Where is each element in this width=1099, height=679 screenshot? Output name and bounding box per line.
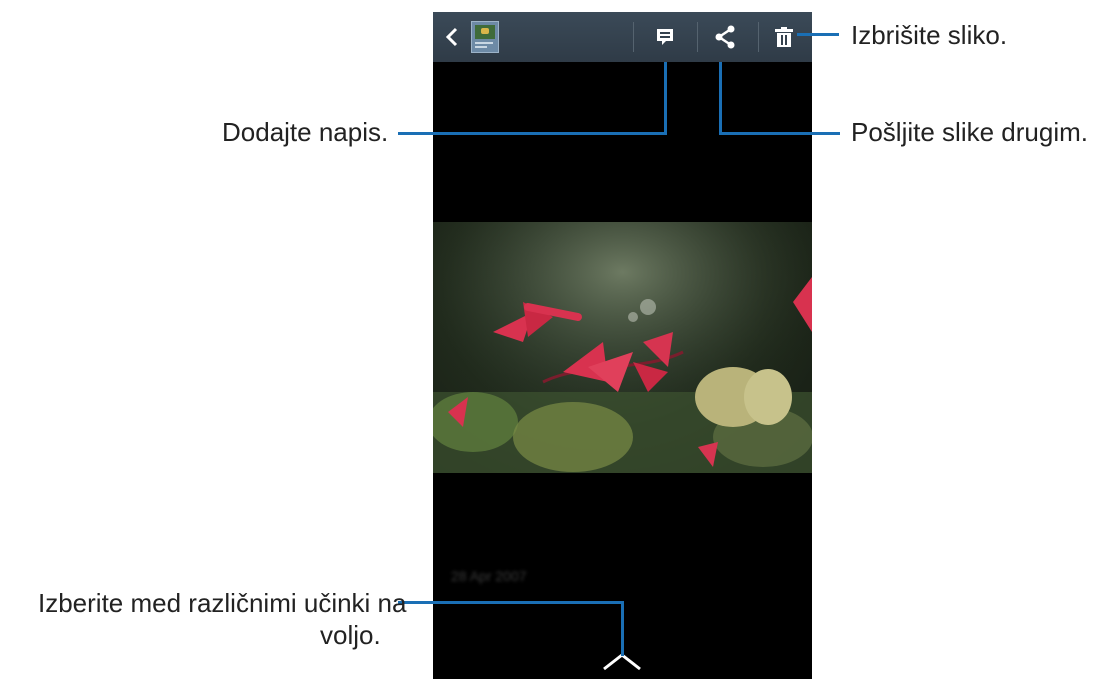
callout-line-caption bbox=[398, 132, 667, 135]
callout-caption-label: Dodajte napis. bbox=[222, 117, 389, 147]
album-thumbnail[interactable] bbox=[471, 21, 499, 53]
callout-line-effects bbox=[398, 601, 624, 604]
callout-effects-label: voljo. bbox=[320, 620, 381, 650]
callout-line-caption bbox=[664, 62, 667, 135]
callout-delete-label: Izbrišite sliko. bbox=[851, 20, 1008, 50]
callout-line-delete bbox=[797, 33, 839, 36]
flower-photo-image bbox=[433, 222, 812, 473]
photo-date: 28 Apr 2007 bbox=[451, 568, 527, 584]
trash-icon bbox=[775, 27, 793, 47]
callout-line-effects bbox=[621, 601, 624, 656]
photo[interactable] bbox=[433, 222, 812, 473]
phone-screen: 28 Apr 2007 bbox=[433, 12, 812, 679]
chevron-left-icon bbox=[445, 27, 458, 47]
album-thumbnail-image bbox=[475, 25, 495, 39]
delete-button[interactable] bbox=[765, 12, 803, 62]
caption-icon bbox=[657, 29, 673, 45]
share-button[interactable] bbox=[704, 12, 746, 62]
toolbar-divider bbox=[697, 22, 698, 52]
caption-button[interactable] bbox=[644, 12, 686, 62]
thumbnail-line bbox=[475, 46, 487, 48]
thumbnail-line bbox=[475, 42, 493, 44]
top-toolbar bbox=[433, 12, 812, 62]
callout-line-share bbox=[719, 62, 722, 135]
toolbar-divider bbox=[758, 22, 759, 52]
back-button[interactable] bbox=[439, 12, 465, 62]
callout-share-label: Pošljite slike drugim. bbox=[851, 117, 1088, 147]
toolbar-divider bbox=[633, 22, 634, 52]
callout-effects-label: Izberite med različnimi učinki na bbox=[38, 588, 407, 618]
share-icon bbox=[715, 25, 735, 49]
callout-line-share bbox=[719, 132, 840, 135]
